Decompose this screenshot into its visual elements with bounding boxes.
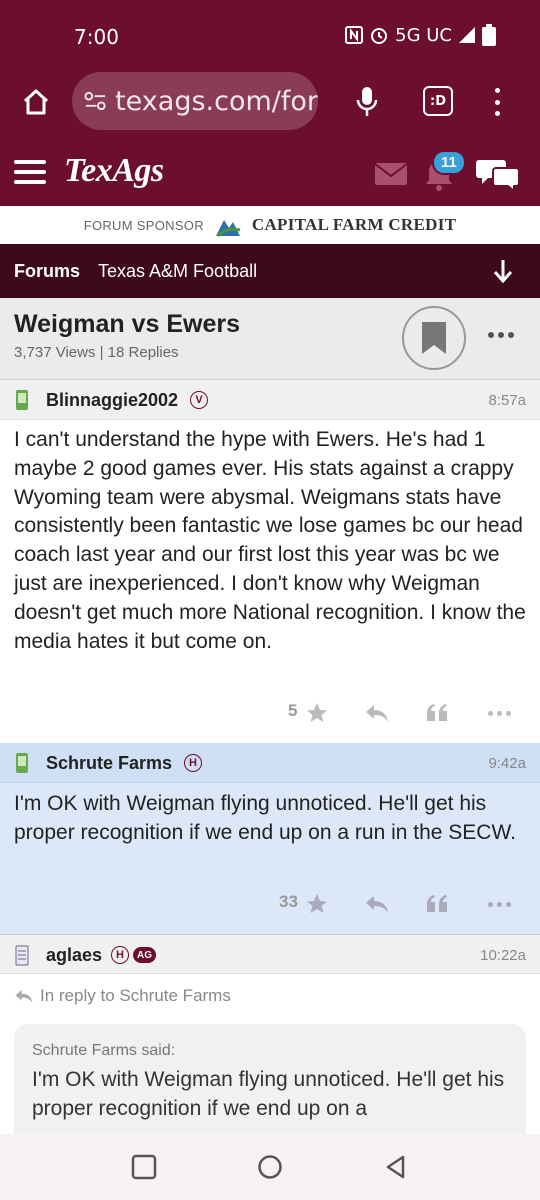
tab-switcher-button[interactable]: :D <box>423 86 453 116</box>
bookmark-button[interactable] <box>402 306 466 370</box>
url-text: texags.com/for <box>115 85 318 117</box>
user-badge: H <box>184 754 202 772</box>
system-nav-bar <box>0 1134 540 1200</box>
post-more-button[interactable] <box>488 701 511 725</box>
notification-count-badge: 11 <box>432 150 466 175</box>
recents-icon[interactable] <box>131 1154 157 1180</box>
post-body: I can't understand the hype with Ewers. … <box>14 428 526 653</box>
mail-icon[interactable] <box>374 162 408 186</box>
mobile-device-icon <box>16 390 28 410</box>
user-badge: H <box>111 946 129 964</box>
status-time: 7:00 <box>74 25 119 49</box>
quote-icon[interactable] <box>426 701 448 725</box>
star-icon[interactable] <box>306 701 328 725</box>
sponsor-label: FORUM SPONSOR <box>83 217 204 233</box>
reply-icon[interactable] <box>364 892 390 916</box>
home-nav-icon[interactable] <box>257 1154 283 1180</box>
address-bar[interactable]: texags.com/for <box>72 72 318 130</box>
post-actions: 33 <box>0 884 540 924</box>
arrow-down-icon[interactable] <box>492 258 514 284</box>
network-label: 5G UC <box>395 24 452 46</box>
microphone-icon <box>356 87 378 116</box>
sponsor-banner[interactable]: FORUM SPONSOR CAPITAL FARM CREDIT <box>0 206 540 244</box>
status-bar: 7:00 5G UC <box>0 0 540 70</box>
reply-to-link[interactable]: In reply to Schrute Farms <box>14 986 231 1006</box>
home-icon <box>23 89 49 115</box>
user-badge: V <box>190 391 208 409</box>
nfc-icon <box>345 26 364 44</box>
thread-meta: 3,737 Views | 18 Replies <box>14 344 179 361</box>
chat-icon[interactable] <box>476 156 522 194</box>
site-settings-icon[interactable] <box>84 91 107 111</box>
sponsor-logo-icon <box>215 220 241 238</box>
voice-search-button[interactable] <box>352 84 382 120</box>
alarm-icon <box>369 25 389 45</box>
post-time[interactable]: 10:22a <box>480 947 526 964</box>
post-header: Schrute Farms H 9:42a <box>0 743 540 783</box>
status-icons: 5G UC <box>345 24 496 46</box>
post-header: Blinnaggie2002 V 8:57a <box>0 380 540 420</box>
back-icon[interactable] <box>383 1154 409 1180</box>
post-username[interactable]: Schrute Farms <box>46 753 172 774</box>
post-username[interactable]: Blinnaggie2002 <box>46 390 178 411</box>
menu-icon[interactable] <box>14 160 46 184</box>
mobile-device-icon <box>16 753 28 773</box>
post-username[interactable]: aglaes <box>46 945 102 966</box>
ag-badge: AG <box>133 947 156 963</box>
bookmark-icon <box>422 322 446 354</box>
thread-more-button[interactable] <box>488 332 514 338</box>
signal-icon <box>458 26 476 44</box>
quote-icon[interactable] <box>426 892 448 916</box>
post-actions: 5 <box>0 693 540 733</box>
post-header: aglaes H AG 10:22a <box>0 934 540 974</box>
reply-to-text: In reply to Schrute Farms <box>40 986 231 1005</box>
browser-menu-button[interactable] <box>484 86 510 118</box>
home-button[interactable] <box>16 84 56 120</box>
quote-author: Schrute Farms said: <box>32 1042 176 1059</box>
thread-title: Weigman vs Ewers <box>14 310 241 338</box>
breadcrumb-section[interactable]: Texas A&M Football <box>98 261 257 282</box>
quote-body: I'm OK with Weigman flying unnoticed. He… <box>32 1068 505 1120</box>
sponsor-brand: CAPITAL FARM CREDIT <box>251 215 457 234</box>
browser-toolbar: texags.com/for :D <box>0 70 540 134</box>
reply-icon[interactable] <box>364 701 390 725</box>
post-more-button[interactable] <box>488 892 511 916</box>
post-time[interactable]: 9:42a <box>488 755 526 772</box>
notepad-icon <box>15 945 29 966</box>
site-logo[interactable]: TexAgs <box>64 152 164 190</box>
breadcrumb: Forums Texas A&M Football <box>0 244 540 298</box>
like-count: 5 <box>288 701 298 720</box>
post-body: I'm OK with Weigman flying unnoticed. He… <box>14 792 516 844</box>
breadcrumb-forums[interactable]: Forums <box>14 261 80 282</box>
post-time[interactable]: 8:57a <box>488 392 526 409</box>
like-count: 33 <box>279 892 298 911</box>
battery-icon <box>482 24 496 46</box>
star-icon[interactable] <box>306 892 328 916</box>
thread-header: Weigman vs Ewers 3,737 Views | 18 Replie… <box>0 298 540 380</box>
reply-icon <box>15 989 33 1003</box>
